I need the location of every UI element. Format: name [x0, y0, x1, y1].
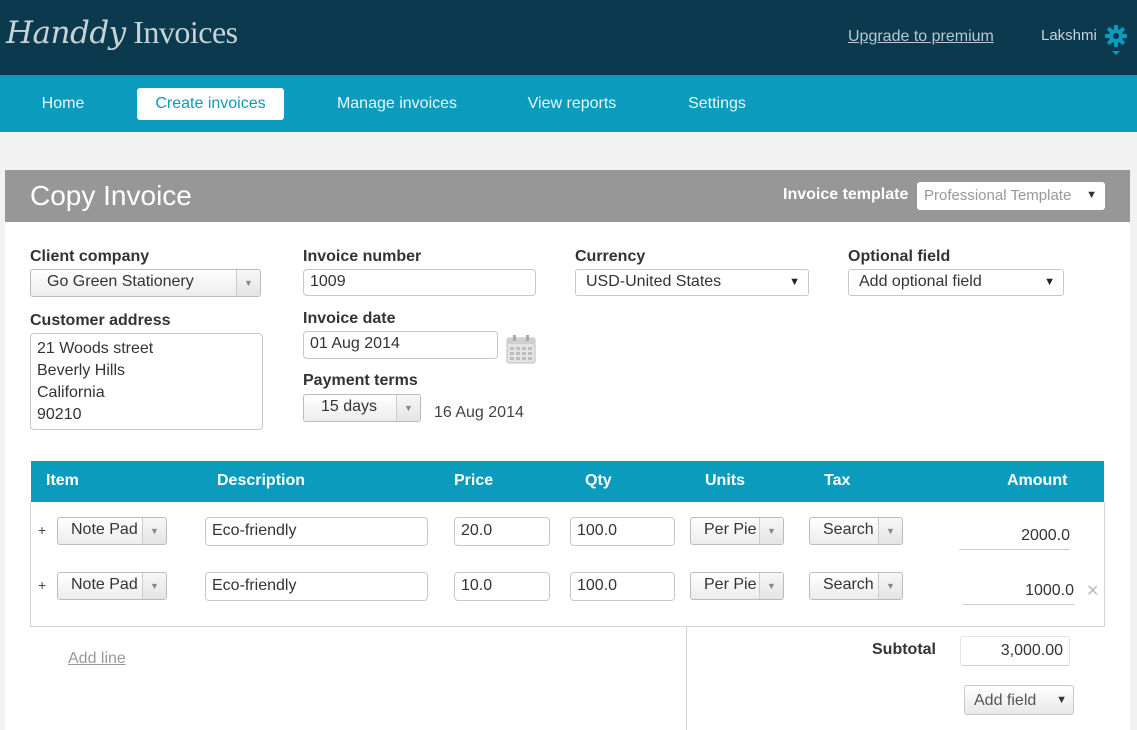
- add-row-icon[interactable]: +: [38, 522, 46, 538]
- chevron-down-icon[interactable]: [878, 573, 902, 599]
- row-qty-input[interactable]: 100.0: [570, 517, 675, 546]
- client-company-value: Go Green Stationery: [47, 273, 194, 290]
- column-header-amount: Amount: [1007, 472, 1068, 489]
- delete-row-icon[interactable]: ✕: [1086, 581, 1099, 601]
- row-tax-value: Search: [823, 576, 874, 593]
- row-amount: 1000.0: [963, 582, 1074, 605]
- row-tax-combo[interactable]: Search: [809, 572, 903, 600]
- calendar-icon[interactable]: [506, 334, 536, 364]
- card-header: Copy Invoice Invoice template Profession…: [5, 170, 1130, 222]
- row-tax-combo[interactable]: Search: [809, 517, 903, 545]
- app-logo[interactable]: Handdy Invoices: [6, 14, 238, 51]
- upgrade-premium-link[interactable]: Upgrade to premium: [848, 28, 994, 46]
- invoice-template-select[interactable]: Professional Template ▼: [917, 182, 1105, 210]
- customer-address-field[interactable]: 21 Woods street Beverly Hills California…: [30, 333, 263, 430]
- address-line: Beverly Hills: [37, 362, 126, 379]
- column-header-qty: Qty: [585, 472, 612, 489]
- chevron-down-icon[interactable]: [759, 518, 783, 544]
- row-qty-input[interactable]: 100.0: [570, 572, 675, 601]
- line-items-body: [30, 502, 1105, 627]
- row-item-combo[interactable]: Note Pad: [57, 572, 167, 600]
- row-price-input[interactable]: 10.0: [454, 572, 550, 601]
- currency-label: Currency: [575, 248, 646, 265]
- invoice-number-label: Invoice number: [303, 248, 422, 265]
- currency-value: USD-United States: [586, 273, 722, 290]
- page-title: Copy Invoice: [30, 180, 192, 211]
- invoice-number-input[interactable]: 1009: [303, 269, 536, 296]
- chevron-down-icon: ▼: [789, 276, 800, 288]
- nav-create-invoices[interactable]: Create invoices: [137, 88, 284, 120]
- row-description-input[interactable]: Eco-friendly: [205, 572, 428, 601]
- row-item-combo[interactable]: Note Pad: [57, 517, 167, 545]
- nav-settings[interactable]: Settings: [680, 88, 754, 120]
- payment-terms-value: 15 days: [321, 398, 378, 415]
- add-line-link[interactable]: Add line: [68, 650, 126, 668]
- nav-view-reports[interactable]: View reports: [520, 88, 624, 120]
- chevron-down-icon[interactable]: [759, 573, 783, 599]
- logo-script-text: Handdy: [6, 15, 126, 51]
- chevron-down-icon[interactable]: [878, 518, 902, 544]
- address-line: California: [37, 384, 105, 401]
- chevron-down-icon[interactable]: [396, 395, 420, 421]
- client-company-label: Client company: [30, 248, 150, 265]
- chevron-down-icon: ▼: [1056, 694, 1067, 706]
- column-header-price: Price: [454, 472, 494, 489]
- chevron-down-icon: ▼: [1044, 276, 1055, 288]
- nav-manage-invoices[interactable]: Manage invoices: [328, 88, 466, 120]
- address-line: 21 Woods street: [37, 340, 154, 357]
- optional-field-label: Optional field: [848, 248, 951, 265]
- row-units-value: Per Pie: [704, 521, 757, 538]
- column-header-description: Description: [217, 472, 306, 489]
- gear-icon[interactable]: [1104, 24, 1128, 56]
- row-price-input[interactable]: 20.0: [454, 517, 550, 546]
- row-item-value: Note Pad: [71, 576, 138, 593]
- payment-terms-label: Payment terms: [303, 372, 418, 389]
- payment-terms-combo[interactable]: 15 days: [303, 394, 421, 422]
- line-items-header: Item Description Price Qty Units Tax Amo…: [31, 461, 1104, 502]
- row-units-value: Per Pie: [704, 576, 757, 593]
- invoice-template-label: Invoice template: [783, 186, 909, 203]
- invoice-date-input[interactable]: 01 Aug 2014: [303, 331, 498, 359]
- row-description-input[interactable]: Eco-friendly: [205, 517, 428, 546]
- invoice-date-label: Invoice date: [303, 310, 396, 327]
- add-field-label: Add field: [974, 692, 1037, 709]
- chevron-down-icon[interactable]: [236, 270, 260, 296]
- add-field-select[interactable]: Add field ▼: [964, 685, 1074, 715]
- main-nav: Home Create invoices Manage invoices Vie…: [0, 75, 1137, 132]
- logo-plain-text: Invoices: [125, 14, 238, 50]
- optional-field-value: Add optional field: [859, 273, 982, 290]
- chevron-down-icon: ▼: [1086, 189, 1097, 201]
- nav-home[interactable]: Home: [30, 88, 96, 120]
- add-row-icon[interactable]: +: [38, 577, 46, 593]
- row-units-combo[interactable]: Per Pie: [690, 572, 784, 600]
- row-amount: 2000.0: [959, 527, 1070, 550]
- top-bar: Handdy Invoices Upgrade to premium Laksh…: [0, 0, 1137, 75]
- row-units-combo[interactable]: Per Pie: [690, 517, 784, 545]
- column-header-tax: Tax: [824, 472, 851, 489]
- column-header-units: Units: [705, 472, 745, 489]
- client-company-combo[interactable]: Go Green Stationery: [30, 269, 261, 297]
- column-header-item: Item: [46, 472, 79, 489]
- row-tax-value: Search: [823, 521, 874, 538]
- row-item-value: Note Pad: [71, 521, 138, 538]
- invoice-card: Copy Invoice Invoice template Profession…: [5, 170, 1130, 730]
- chevron-down-icon[interactable]: [142, 573, 166, 599]
- due-date: 16 Aug 2014: [434, 404, 524, 421]
- subtotal-value: 3,000.00: [960, 636, 1070, 666]
- user-name[interactable]: Lakshmi: [1041, 27, 1097, 44]
- optional-field-select[interactable]: Add optional field ▼: [848, 269, 1064, 296]
- address-line: 90210: [37, 406, 82, 423]
- chevron-down-icon[interactable]: [142, 518, 166, 544]
- invoice-template-value: Professional Template: [924, 187, 1072, 204]
- subtotal-label: Subtotal: [872, 641, 936, 658]
- customer-address-label: Customer address: [30, 312, 171, 329]
- currency-select[interactable]: USD-United States ▼: [575, 269, 809, 296]
